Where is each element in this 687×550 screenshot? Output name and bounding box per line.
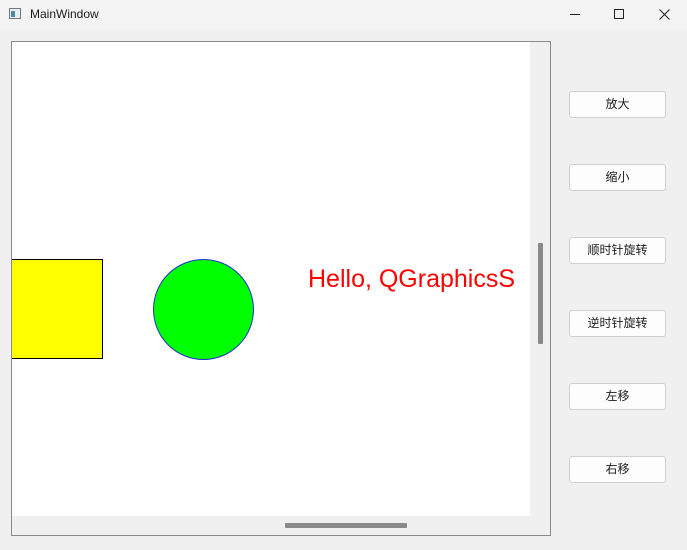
move-left-button[interactable]: 左移 — [569, 383, 666, 410]
graphics-view[interactable]: Hello, QGraphicsS — [11, 41, 551, 536]
zoom-in-button[interactable]: 放大 — [569, 91, 666, 118]
maximize-button[interactable] — [596, 0, 642, 30]
close-button[interactable] — [641, 0, 687, 30]
maximize-icon — [614, 9, 624, 19]
app-window-icon — [9, 8, 21, 19]
vertical-scrollbar-thumb[interactable] — [538, 243, 543, 344]
scrollbar-corner — [530, 516, 550, 535]
yellow-rectangle-item[interactable] — [12, 259, 103, 359]
window-title: MainWindow — [30, 7, 99, 21]
close-icon — [659, 9, 670, 20]
scene-text-item[interactable]: Hello, QGraphicsS — [308, 264, 515, 294]
rotate-counterclockwise-button[interactable]: 逆时针旋转 — [569, 310, 666, 337]
horizontal-scrollbar[interactable] — [12, 516, 530, 535]
zoom-out-button[interactable]: 缩小 — [569, 164, 666, 191]
vertical-scrollbar[interactable] — [530, 42, 550, 516]
green-circle-item[interactable] — [153, 259, 254, 360]
title-bar: MainWindow — [0, 0, 687, 30]
graphics-scene[interactable]: Hello, QGraphicsS — [12, 42, 530, 516]
rotate-clockwise-button[interactable]: 顺时针旋转 — [569, 237, 666, 264]
minimize-button[interactable] — [550, 0, 596, 30]
move-right-button[interactable]: 右移 — [569, 456, 666, 483]
horizontal-scrollbar-thumb[interactable] — [285, 523, 407, 528]
minimize-icon — [570, 14, 580, 15]
